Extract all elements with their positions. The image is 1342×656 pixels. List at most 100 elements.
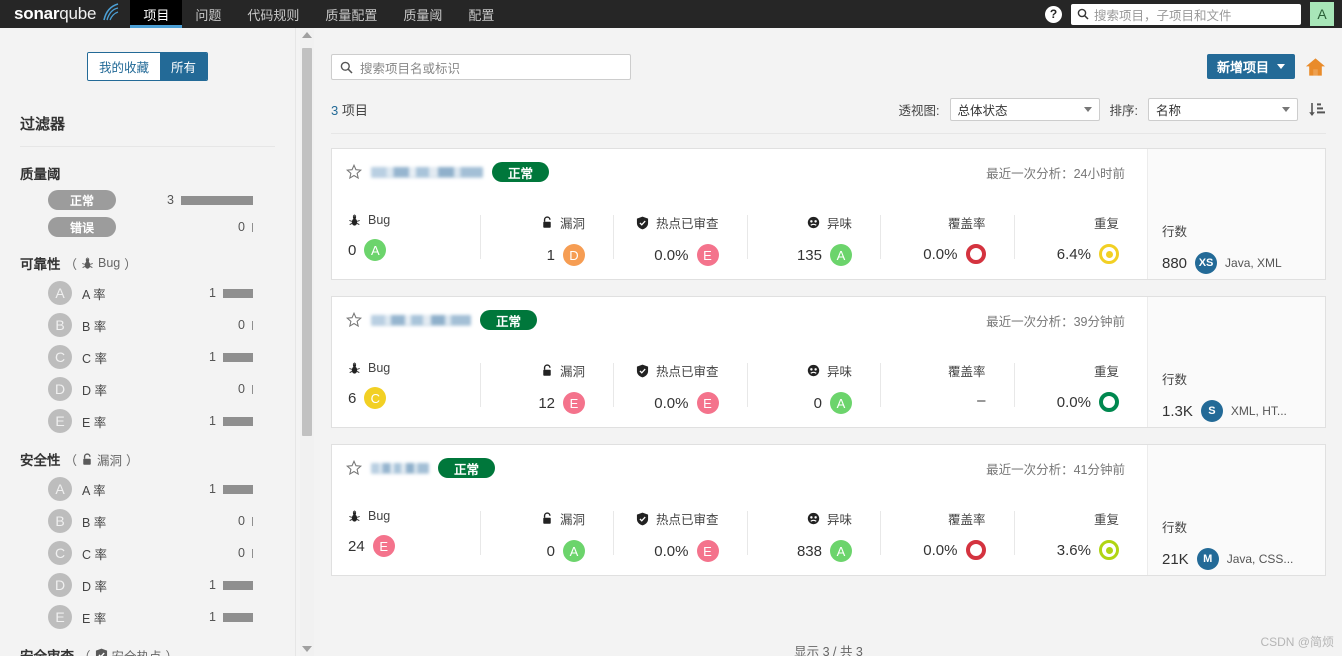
- measure-duplications[interactable]: 重复 6.4%: [1013, 213, 1148, 266]
- measure-vulnerabilities[interactable]: 漏洞 0 A: [479, 509, 614, 562]
- rating-circle: A: [48, 477, 72, 501]
- measure-label: 异味: [826, 365, 852, 379]
- facet-subtitle-close: ）: [124, 257, 137, 272]
- project-search-input[interactable]: 搜索项目名或标识: [331, 54, 631, 80]
- facet-row-security-b[interactable]: B B 率 0: [20, 509, 275, 533]
- measure-code-smells[interactable]: 异味 838 A: [746, 509, 881, 562]
- measure-security-hotspots[interactable]: 热点已审查 0.0% E: [613, 361, 747, 414]
- measure-bugs[interactable]: Bug 24 E: [346, 509, 480, 562]
- nav-tab-quality-profiles[interactable]: 质量配置: [312, 0, 390, 28]
- nav-tab-issues[interactable]: 问题: [182, 0, 234, 28]
- measure-bugs[interactable]: Bug 6 C: [346, 361, 480, 414]
- facet-row-reliability-a[interactable]: A A 率 1: [20, 281, 275, 305]
- project-card[interactable]: 正常 最近一次分析：39分钟前 Bug 6 C 漏洞 12 E 热点已审查 0.…: [331, 296, 1326, 428]
- nav-tab-rules[interactable]: 代码规则: [234, 0, 312, 28]
- measure-value-group: 12 E: [482, 392, 614, 414]
- facet-row-security-a[interactable]: A A 率 1: [20, 477, 275, 501]
- global-search-input[interactable]: 搜索项目，子项目和文件: [1071, 3, 1301, 25]
- facet-row-security-d[interactable]: D D 率 1: [20, 573, 275, 597]
- scroll-down-arrow-icon[interactable]: [302, 646, 312, 652]
- perspective-select[interactable]: 总体状态: [949, 98, 1100, 121]
- last-analysis-date: 最近一次分析：24小时前: [986, 167, 1125, 181]
- measure-header: 热点已审查: [615, 509, 747, 528]
- measure-duplications[interactable]: 重复 0.0%: [1013, 361, 1148, 414]
- project-card[interactable]: 正常 最近一次分析：24小时前 Bug 0 A 漏洞 1 D 热点已审查 0.0…: [331, 148, 1326, 280]
- coverage-donut-icon: [965, 244, 986, 264]
- measure-header: 覆盖率: [882, 213, 1014, 232]
- facet-count-group: 0: [238, 318, 275, 332]
- measure-value: 0.0%: [923, 541, 958, 559]
- measure-value: 135: [796, 246, 822, 264]
- measure-value: 0: [348, 241, 357, 259]
- languages-list: Java, CSS...: [1226, 552, 1294, 566]
- rating-label: B 率: [82, 319, 107, 334]
- facet-row-reliability-e[interactable]: E E 率 1: [20, 409, 275, 433]
- facet-quality-gate-title: 质量阈: [20, 163, 275, 183]
- nav-tab-administration[interactable]: 配置: [455, 0, 507, 28]
- favorite-star-icon[interactable]: [346, 460, 362, 476]
- facet-reliability-title: 可靠性 （ Bug ）: [20, 253, 275, 273]
- facet-row-reliability-c[interactable]: C C 率 1: [20, 345, 275, 369]
- facet-row-qg-error[interactable]: 错误 0: [20, 217, 275, 237]
- measure-vulnerabilities[interactable]: 漏洞 12 E: [479, 361, 614, 414]
- rating-badge: D: [563, 244, 585, 266]
- sort-value: 名称: [1156, 104, 1182, 118]
- scroll-up-arrow-icon[interactable]: [302, 32, 312, 38]
- rating-badge: E: [563, 392, 585, 414]
- brand-bold: sonar: [14, 4, 60, 23]
- results-footer: 显示 3 / 共 3: [794, 645, 863, 656]
- facet-row-security-e[interactable]: E E 率 1: [20, 605, 275, 629]
- measure-coverage[interactable]: 覆盖率 –: [880, 361, 1014, 414]
- facet-row-security-c[interactable]: C C 率 0: [20, 541, 275, 565]
- facet-security-review-title: 安全审查 （ 安全热点 ）: [20, 645, 275, 656]
- measure-code-smells[interactable]: 异味 135 A: [746, 213, 881, 266]
- measure-vulnerabilities[interactable]: 漏洞 1 D: [479, 213, 614, 266]
- facet-row-qg-ok[interactable]: 正常 3: [20, 190, 275, 210]
- measure-label: 热点已审查: [655, 513, 719, 527]
- avatar[interactable]: A: [1310, 2, 1334, 26]
- home-icon[interactable]: [1305, 57, 1326, 77]
- chevron-down-icon: [1282, 107, 1290, 112]
- facet-row-reliability-b[interactable]: B B 率 0: [20, 313, 275, 337]
- duplication-indicator-icon: [1099, 392, 1119, 412]
- lock-icon: [543, 216, 551, 228]
- project-name-redacted[interactable]: [371, 462, 429, 474]
- measure-security-hotspots[interactable]: 热点已审查 0.0% E: [613, 509, 747, 562]
- rating-badge: E: [372, 535, 395, 557]
- nav-tab-projects[interactable]: 项目: [130, 0, 183, 28]
- measure-header: 热点已审查: [615, 361, 747, 380]
- favorite-star-icon[interactable]: [346, 164, 362, 180]
- measure-duplications[interactable]: 重复 3.6%: [1013, 509, 1148, 562]
- last-analysis-date: 最近一次分析：41分钟前: [986, 463, 1125, 477]
- measure-coverage[interactable]: 覆盖率 0.0%: [880, 509, 1014, 562]
- measure-value: 0.0%: [654, 246, 689, 264]
- project-card[interactable]: 正常 最近一次分析：41分钟前 Bug 24 E 漏洞 0 A 热点已审查 0.…: [331, 444, 1326, 576]
- sort-select[interactable]: 名称: [1148, 98, 1298, 121]
- project-name-redacted[interactable]: [371, 166, 483, 178]
- sidebar-scrollbar[interactable]: [300, 28, 314, 656]
- scope-all-button[interactable]: 所有: [160, 53, 208, 80]
- favorite-star-icon[interactable]: [346, 312, 362, 328]
- scope-favorites-button[interactable]: 我的收藏: [87, 53, 160, 80]
- rating-label: D 率: [82, 579, 108, 594]
- nav-tab-quality-gates[interactable]: 质量阈: [390, 0, 455, 28]
- nav-tab-list: 项目 问题 代码规则 质量配置 质量阈 配置: [130, 0, 507, 28]
- add-project-label: 新增项目: [1216, 60, 1269, 75]
- measure-security-hotspots[interactable]: 热点已审查 0.0% E: [613, 213, 747, 266]
- sonarqube-logo[interactable]: sonar qube: [0, 0, 130, 28]
- sort-descending-icon[interactable]: [1308, 101, 1326, 119]
- measure-bugs[interactable]: Bug 0 A: [346, 213, 480, 266]
- project-name-redacted[interactable]: [371, 314, 471, 326]
- measure-coverage[interactable]: 覆盖率 0.0%: [880, 213, 1014, 266]
- facet-row-reliability-d[interactable]: D D 率 0: [20, 377, 275, 401]
- sidebar-scrollbar-thumb[interactable]: [302, 48, 312, 436]
- project-count: 3 项目: [331, 100, 368, 119]
- logo-swoosh-icon: [100, 2, 120, 26]
- measure-value-group: 0 A: [749, 392, 881, 414]
- bug-icon: [82, 257, 93, 269]
- measure-value: 838: [796, 542, 822, 560]
- measure-code-smells[interactable]: 异味 0 A: [746, 361, 881, 414]
- add-project-button[interactable]: 新增项目: [1206, 54, 1295, 79]
- help-icon[interactable]: ?: [1045, 5, 1062, 23]
- ncloc-label: 行数: [1162, 373, 1188, 387]
